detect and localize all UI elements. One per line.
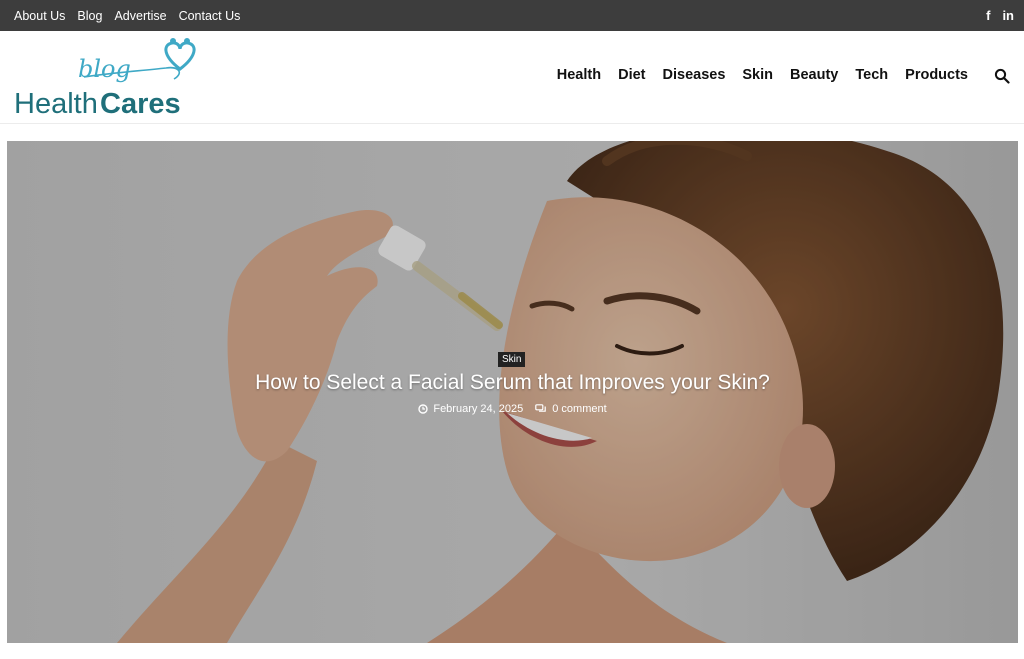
search-icon[interactable] (994, 68, 1010, 84)
top-link-advertise[interactable]: Advertise (114, 9, 166, 23)
nav-item-tech[interactable]: Tech (855, 67, 888, 83)
post-comments-text: 0 comment (552, 403, 607, 415)
logo-dot (184, 38, 190, 44)
logo-script-text: blog (78, 55, 131, 83)
category-badge[interactable]: Skin (498, 352, 526, 367)
nav-item-diseases[interactable]: Diseases (663, 67, 726, 83)
logo-word-cares: Cares (100, 88, 181, 119)
post-date-text: February 24, 2025 (433, 403, 524, 415)
top-links: About Us Blog Advertise Contact Us (14, 0, 240, 31)
logo-dot (170, 38, 176, 44)
nav-item-beauty[interactable]: Beauty (790, 67, 838, 83)
site-header: blog Health Cares Health Diet Diseases S… (0, 31, 1024, 124)
main-nav: Health Diet Diseases Skin Beauty Tech Pr… (557, 31, 968, 119)
logo-word-health: Health (14, 88, 98, 119)
clock-icon (418, 404, 429, 414)
nav-item-skin[interactable]: Skin (742, 67, 773, 83)
post-meta: February 24, 2025 0 comment (7, 403, 1018, 415)
post-title[interactable]: How to Select a Facial Serum that Improv… (7, 371, 1018, 395)
linkedin-icon[interactable]: in (1002, 8, 1014, 23)
logo-heart-icon (164, 41, 196, 71)
top-link-blog[interactable]: Blog (77, 9, 102, 23)
top-link-about-us[interactable]: About Us (14, 9, 65, 23)
post-comments[interactable]: 0 comment (535, 403, 607, 415)
comments-icon (535, 404, 547, 412)
top-link-contact-us[interactable]: Contact Us (179, 9, 241, 23)
social-links: f in (986, 0, 1014, 31)
site-logo[interactable]: blog Health Cares (14, 35, 214, 119)
post-date: February 24, 2025 (418, 403, 523, 415)
top-bar: About Us Blog Advertise Contact Us f in (0, 0, 1024, 31)
nav-item-products[interactable]: Products (905, 67, 968, 83)
nav-item-diet[interactable]: Diet (618, 67, 645, 83)
facebook-icon[interactable]: f (986, 8, 990, 23)
nav-item-health[interactable]: Health (557, 67, 601, 83)
featured-post[interactable]: Skin How to Select a Facial Serum that I… (7, 141, 1018, 643)
